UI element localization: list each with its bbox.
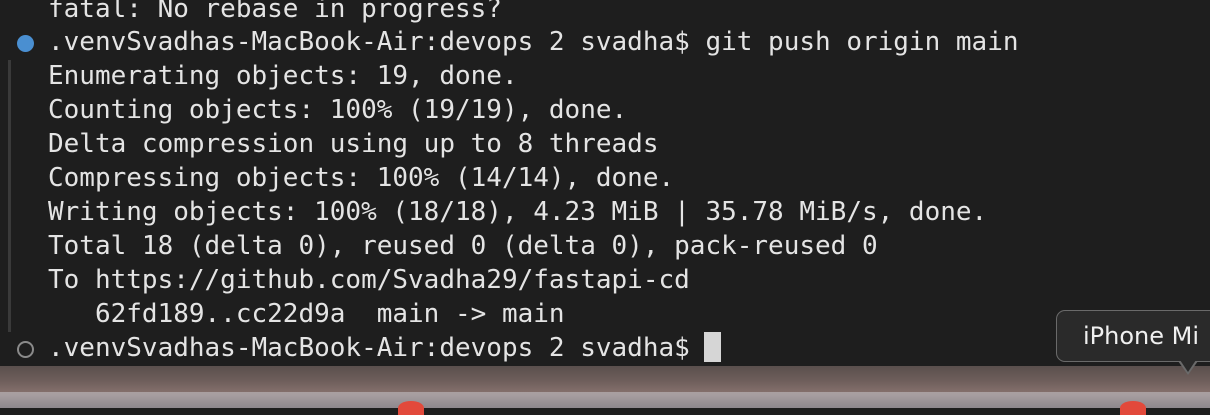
dock-app-badge-icon[interactable] — [1120, 401, 1146, 415]
command-gutter-bar — [8, 60, 11, 332]
output-line: 62fd189..cc22d9a main -> main — [48, 299, 565, 329]
prompt-text: .venvSvadhas-MacBook-Air:devops 2 svadha… — [48, 333, 690, 363]
output-line: fatal: No rebase in progress? — [48, 0, 502, 24]
output-line: Delta compression using up to 8 threads — [48, 129, 659, 159]
command-decoration-success-icon[interactable] — [17, 35, 34, 52]
output-line-remote-url[interactable]: To https://github.com/Svadha29/fastapi-c… — [48, 263, 690, 297]
dock-tooltip-label: iPhone Mi — [1083, 322, 1200, 350]
text-cursor — [703, 332, 721, 362]
terminal-window[interactable]: fatal: No rebase in progress? .venvSvadh… — [0, 0, 1210, 366]
output-line: Total 18 (delta 0), reused 0 (delta 0), … — [48, 231, 878, 261]
output-line: Enumerating objects: 19, done. — [48, 61, 518, 91]
command-decoration-pending-icon[interactable] — [17, 341, 34, 358]
dock-tooltip: iPhone Mi — [1056, 310, 1210, 362]
prompt-line[interactable]: .venvSvadhas-MacBook-Air:devops 2 svadha… — [48, 331, 721, 365]
dock-background — [0, 366, 1210, 408]
dock-shelf — [0, 392, 1210, 408]
dock-tooltip-arrow-fill — [1180, 360, 1196, 372]
output-line: Compressing objects: 100% (14/14), done. — [48, 163, 675, 193]
output-line: Counting objects: 100% (19/19), done. — [48, 95, 628, 125]
output-line: Writing objects: 100% (18/18), 4.23 MiB … — [48, 197, 988, 227]
command-line: .venvSvadhas-MacBook-Air:devops 2 svadha… — [48, 27, 1019, 57]
dock-app-badge-icon[interactable] — [398, 401, 424, 415]
